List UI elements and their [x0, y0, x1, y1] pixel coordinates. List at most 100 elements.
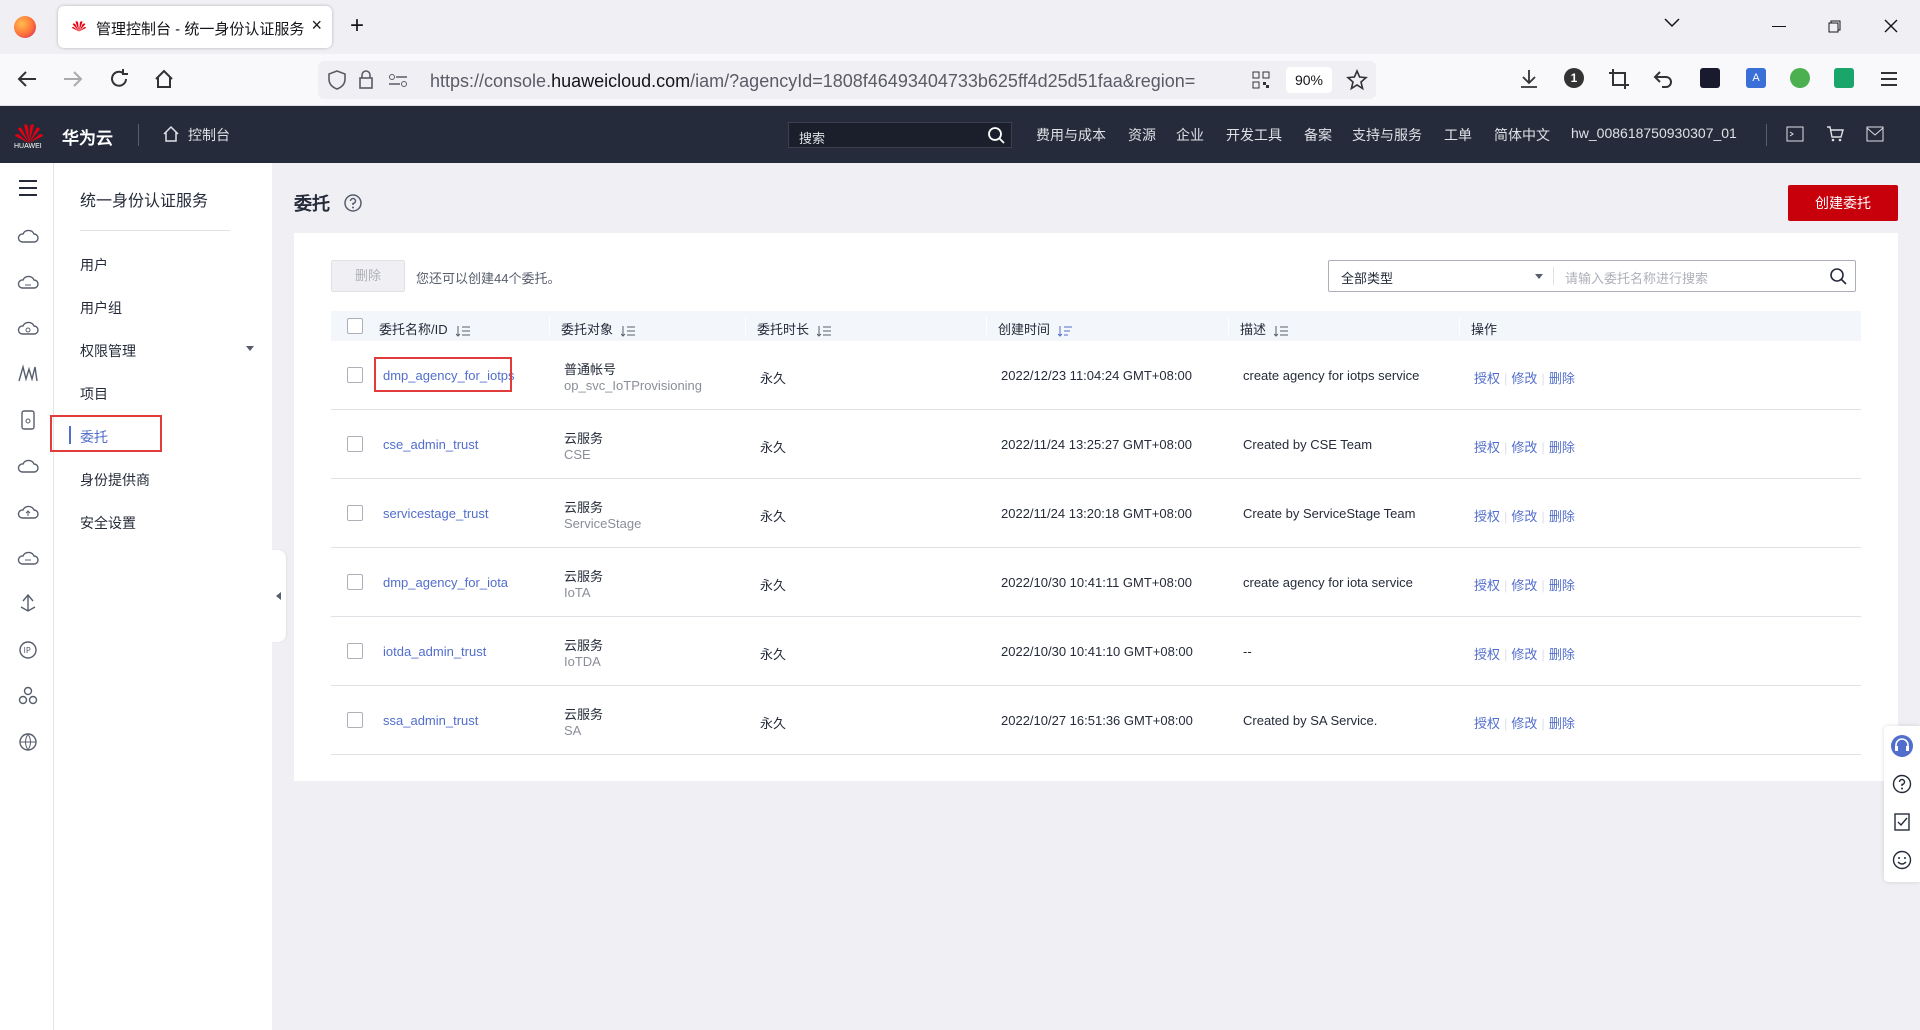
home-icon[interactable] — [153, 68, 181, 90]
agency-name-link[interactable]: dmp_agency_for_iota — [383, 575, 508, 590]
authorize-link[interactable]: 授权 — [1474, 509, 1500, 524]
sidebar-item-security-settings[interactable]: 安全设置 — [80, 513, 136, 533]
delete-button[interactable]: 删除 — [331, 260, 405, 292]
agency-name-link[interactable]: servicestage_trust — [383, 506, 489, 521]
restore-icon[interactable] — [1828, 20, 1841, 33]
row-checkbox[interactable] — [347, 643, 363, 659]
create-agency-button[interactable]: 创建委托 — [1788, 185, 1898, 221]
nav-resources[interactable]: 资源 — [1128, 125, 1156, 145]
modify-link[interactable]: 修改 — [1511, 716, 1537, 731]
menu-icon[interactable] — [1878, 68, 1900, 90]
column-header-description[interactable]: 描述 — [1240, 319, 1289, 338]
firefox-icon[interactable] — [14, 16, 36, 38]
sidebar-item-projects[interactable]: 项目 — [80, 384, 108, 404]
url-text[interactable]: https://console.huaweicloud.com/iam/?age… — [430, 71, 1250, 92]
delete-link[interactable]: 删除 — [1549, 509, 1575, 524]
agency-search-input[interactable]: 请输入委托名称进行搜索 — [1565, 268, 1708, 287]
authorize-link[interactable]: 授权 — [1474, 440, 1500, 455]
modify-link[interactable]: 修改 — [1511, 371, 1537, 386]
modify-link[interactable]: 修改 — [1511, 647, 1537, 662]
hamburger-menu-icon[interactable] — [17, 177, 39, 199]
sort-icon[interactable] — [817, 325, 832, 337]
row-checkbox[interactable] — [347, 712, 363, 728]
cloud-database-icon[interactable] — [17, 317, 39, 339]
message-icon[interactable] — [1866, 126, 1884, 142]
console-link[interactable]: 控制台 — [188, 125, 230, 145]
help-circle-icon[interactable] — [1892, 774, 1912, 794]
row-checkbox[interactable] — [347, 505, 363, 521]
row-checkbox[interactable] — [347, 436, 363, 452]
bookmark-star-icon[interactable] — [1346, 69, 1368, 91]
qr-code-icon[interactable] — [1252, 71, 1270, 89]
cloud-storage-icon[interactable] — [17, 455, 39, 477]
delete-link[interactable]: 删除 — [1549, 647, 1575, 662]
ip-icon[interactable]: IP — [17, 639, 39, 661]
column-header-name[interactable]: 委托名称/ID — [379, 319, 470, 338]
select-all-checkbox[interactable] — [347, 318, 363, 334]
search-icon[interactable] — [1829, 267, 1847, 285]
monitoring-icon[interactable] — [17, 363, 39, 385]
delete-link[interactable]: 删除 — [1549, 371, 1575, 386]
help-icon[interactable] — [343, 193, 363, 213]
undo-icon[interactable] — [1652, 68, 1674, 90]
search-icon[interactable] — [987, 126, 1005, 144]
sort-desc-icon[interactable] — [1058, 325, 1073, 337]
sidebar-item-user-groups[interactable]: 用户组 — [80, 298, 122, 318]
column-header-duration[interactable]: 委托时长 — [757, 319, 832, 338]
sort-icon[interactable] — [1274, 325, 1289, 337]
authorize-link[interactable]: 授权 — [1474, 647, 1500, 662]
row-checkbox[interactable] — [347, 574, 363, 590]
deploy-icon[interactable] — [17, 593, 39, 615]
type-select[interactable]: 全部类型 — [1341, 268, 1393, 287]
nav-tickets[interactable]: 工单 — [1444, 125, 1472, 145]
modify-link[interactable]: 修改 — [1511, 509, 1537, 524]
nav-username[interactable]: hw_008618750930307_01 — [1571, 125, 1737, 141]
translate-icon[interactable]: A — [1746, 68, 1766, 88]
sidebar-collapse-handle[interactable] — [272, 550, 286, 642]
globe-icon[interactable] — [17, 731, 39, 753]
lock-icon[interactable] — [358, 70, 374, 90]
column-header-created[interactable]: 创建时间 — [998, 319, 1073, 338]
cluster-icon[interactable] — [17, 685, 39, 707]
row-checkbox[interactable] — [347, 367, 363, 383]
new-tab-button[interactable]: + — [350, 12, 364, 40]
authorize-link[interactable]: 授权 — [1474, 371, 1500, 386]
authorize-link[interactable]: 授权 — [1474, 716, 1500, 731]
zoom-level-badge[interactable]: 90% — [1286, 67, 1332, 93]
cloud-service-icon[interactable] — [17, 225, 39, 247]
delete-link[interactable]: 删除 — [1549, 440, 1575, 455]
agency-name-link[interactable]: ssa_admin_trust — [383, 713, 478, 728]
nav-icp[interactable]: 备案 — [1304, 125, 1332, 145]
modify-link[interactable]: 修改 — [1511, 440, 1537, 455]
shield-icon[interactable] — [328, 70, 346, 90]
sidebar-item-permissions[interactable]: 权限管理 — [80, 341, 136, 361]
brand-name[interactable]: 华为云 — [62, 124, 113, 149]
console-home-icon[interactable] — [162, 125, 180, 143]
agency-name-link[interactable]: cse_admin_trust — [383, 437, 478, 452]
cloud-shell-icon[interactable] — [1786, 126, 1804, 142]
nav-dev-tools[interactable]: 开发工具 — [1226, 125, 1282, 145]
chevron-down-icon[interactable] — [1535, 274, 1543, 279]
smiley-icon[interactable] — [1892, 850, 1912, 870]
back-icon[interactable] — [16, 69, 44, 89]
agency-name-link[interactable]: iotda_admin_trust — [383, 644, 486, 659]
sidebar-item-identity-providers[interactable]: 身份提供商 — [80, 470, 150, 490]
nav-language[interactable]: 简体中文 — [1494, 125, 1550, 145]
browser-tab[interactable]: 管理控制台 - 统一身份认证服务 × — [58, 6, 332, 48]
minimize-icon[interactable] — [1772, 26, 1786, 27]
nav-support[interactable]: 支持与服务 — [1352, 125, 1422, 145]
modify-link[interactable]: 修改 — [1511, 578, 1537, 593]
cart-icon[interactable] — [1826, 125, 1844, 143]
url-bar[interactable]: https://console.huaweicloud.com/iam/?age… — [318, 61, 1376, 99]
chevron-down-icon[interactable] — [246, 346, 254, 351]
delete-link[interactable]: 删除 — [1549, 716, 1575, 731]
reload-icon[interactable] — [108, 68, 136, 90]
delete-link[interactable]: 删除 — [1549, 578, 1575, 593]
header-search-input[interactable]: 搜索 — [788, 122, 1012, 148]
customer-service-icon[interactable] — [1890, 734, 1914, 758]
extension-green-icon[interactable] — [1790, 68, 1810, 88]
nav-billing[interactable]: 费用与成本 — [1036, 125, 1106, 145]
forward-icon[interactable] — [62, 69, 90, 89]
cloud-network-icon[interactable] — [17, 547, 39, 569]
nav-enterprise[interactable]: 企业 — [1176, 125, 1204, 145]
